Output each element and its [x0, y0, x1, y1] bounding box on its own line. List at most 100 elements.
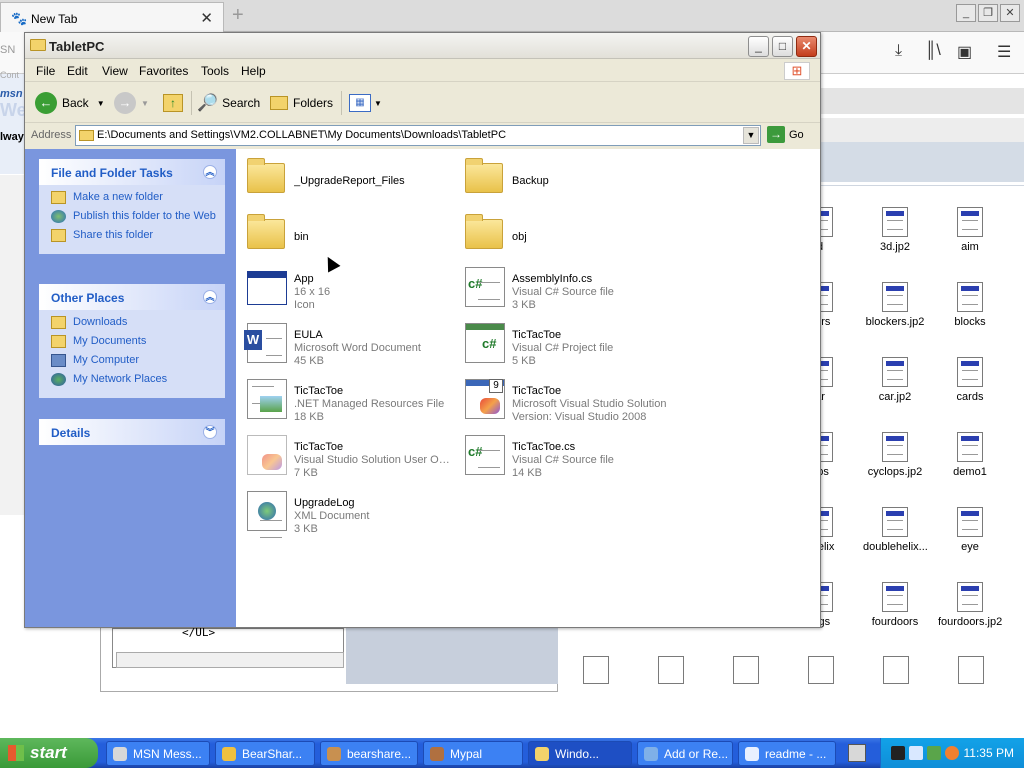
expand-chevron-icon[interactable]: ︾: [203, 425, 217, 439]
forward-button[interactable]: → ▼: [114, 90, 149, 116]
file-item-tictactoe-cs[interactable]: c# TicTacToe.cs Visual C# Source file 14…: [460, 435, 670, 487]
menu-help[interactable]: Help: [241, 64, 266, 78]
folders-button[interactable]: Folders: [270, 90, 333, 116]
file-item-eula[interactable]: W EULA Microsoft Word Document 45 KB: [242, 323, 452, 375]
search-icon: 🔎: [197, 93, 219, 112]
file-icon[interactable]: [883, 656, 909, 684]
background-file-item[interactable]: cyclops.jp2: [863, 428, 927, 488]
download-icon[interactable]: ⤓: [895, 42, 902, 60]
toolbar-separator: [191, 91, 192, 115]
background-file-item[interactable]: cards: [938, 353, 1002, 413]
maximize-button[interactable]: □: [772, 36, 793, 57]
place-my-documents[interactable]: My Documents: [51, 335, 225, 348]
file-icon[interactable]: [733, 656, 759, 684]
minimize-button[interactable]: _: [748, 36, 769, 57]
chevron-down-icon[interactable]: ▼: [97, 99, 105, 108]
place-network[interactable]: My Network Places: [51, 373, 225, 386]
file-icon[interactable]: [583, 656, 609, 684]
address-input[interactable]: E:\Documents and Settings\VM2.COLLABNET\…: [75, 125, 761, 146]
place-my-computer[interactable]: My Computer: [51, 354, 225, 367]
taskbar-button-bearshare-2[interactable]: bearshare...: [320, 741, 418, 766]
file-list: _UpgradeReport_Files Backup bin obj App …: [236, 149, 820, 627]
file-item-tictactoe-suo[interactable]: TicTacToe Visual Studio Solution User Op…: [242, 435, 452, 487]
background-file-item[interactable]: demo1: [938, 428, 1002, 488]
background-file-item[interactable]: fourdoors: [863, 578, 927, 638]
views-button[interactable]: ▦ ▼: [349, 90, 382, 116]
up-folder-button[interactable]: ↑: [163, 90, 183, 116]
file-icon[interactable]: [958, 656, 984, 684]
back-button[interactable]: ← Back ▼: [35, 90, 105, 116]
chevron-down-icon[interactable]: ▼: [141, 99, 149, 108]
menu-icon[interactable]: ☰: [997, 42, 1011, 62]
chevron-down-icon[interactable]: ▼: [374, 99, 382, 108]
file-item-app[interactable]: App 16 x 16 Icon: [242, 267, 452, 319]
panel-header[interactable]: Other Places ︽: [39, 284, 225, 310]
file-item-bin[interactable]: bin: [242, 211, 452, 263]
menu-favorites[interactable]: Favorites: [139, 64, 188, 78]
file-size: 45 KB: [294, 355, 324, 367]
taskbar-button-windows[interactable]: Windo...: [528, 741, 632, 766]
menu-file[interactable]: File: [36, 64, 55, 78]
close-button[interactable]: ✕: [796, 36, 817, 57]
bear-favicon-icon: 🐾: [11, 11, 28, 26]
background-file-item[interactable]: aim: [938, 203, 1002, 263]
browser-minimize-button[interactable]: _: [956, 4, 976, 22]
file-item-tictactoe-sln[interactable]: 9 TicTacToe Microsoft Visual Studio Solu…: [460, 379, 670, 431]
taskbar-button-readme[interactable]: readme - ...: [738, 741, 836, 766]
task-publish-web[interactable]: Publish this folder to the Web: [51, 210, 225, 223]
task-make-new-folder[interactable]: Make a new folder: [51, 191, 225, 204]
file-icon[interactable]: [808, 656, 834, 684]
file-item-tictactoe-csproj[interactable]: c# TicTacToe Visual C# Project file 5 KB: [460, 323, 670, 375]
menu-edit[interactable]: Edit: [67, 64, 88, 78]
menu-view[interactable]: View: [102, 64, 128, 78]
tray-app-icon[interactable]: [891, 746, 905, 760]
go-button[interactable]: → Go: [767, 126, 804, 143]
background-file-item[interactable]: car.jp2: [863, 353, 927, 413]
search-button[interactable]: 🔎 Search: [197, 90, 260, 116]
file-item-upgradelog[interactable]: UpgradeLog XML Document 3 KB: [242, 491, 452, 543]
background-file-item[interactable]: 3d.jp2: [863, 203, 927, 263]
file-icon[interactable]: [658, 656, 684, 684]
close-tab-icon[interactable]: ✕: [200, 9, 213, 27]
file-item-assemblyinfo-cs[interactable]: c# AssemblyInfo.cs Visual C# Source file…: [460, 267, 670, 319]
collapse-chevron-icon[interactable]: ︽: [203, 290, 217, 304]
background-file-item[interactable]: blocks: [938, 278, 1002, 338]
title-bar[interactable]: TabletPC _ □ ✕: [25, 33, 820, 59]
new-tab-button[interactable]: +: [232, 4, 244, 27]
taskbar-button-msn[interactable]: MSN Mess...: [106, 741, 210, 766]
chevron-down-icon[interactable]: ▼: [743, 127, 759, 144]
place-downloads[interactable]: Downloads: [51, 316, 225, 329]
collapse-chevron-icon[interactable]: ︽: [203, 165, 217, 179]
taskbar-button-bearshare[interactable]: BearShar...: [215, 741, 315, 766]
sidebar-icon[interactable]: ▣: [957, 42, 972, 62]
keyboard-icon[interactable]: [848, 744, 866, 762]
file-type: Visual Studio Solution User Op...: [294, 454, 452, 466]
browser-close-button[interactable]: ✕: [1000, 4, 1020, 22]
panel-header[interactable]: File and Folder Tasks ︽: [39, 159, 225, 185]
taskbar-button-add-remove[interactable]: Add or Re...: [637, 741, 733, 766]
tray-network-icon[interactable]: [909, 746, 923, 760]
file-icon: [882, 582, 908, 612]
browser-tab[interactable]: 🐾 New Tab ✕: [0, 2, 224, 32]
panel-header[interactable]: Details ︾: [39, 419, 225, 445]
background-file-item[interactable]: eye: [938, 503, 1002, 563]
library-icon[interactable]: ║\: [925, 42, 941, 60]
file-item-upgradereport-files[interactable]: _UpgradeReport_Files: [242, 155, 452, 207]
up-folder-icon: ↑: [163, 94, 183, 112]
taskbar-button-mypal[interactable]: Mypal: [423, 741, 523, 766]
task-share-folder[interactable]: Share this folder: [51, 229, 225, 242]
background-file-item[interactable]: fourdoors.jp2: [938, 578, 1002, 638]
background-file-item[interactable]: blockers.jp2: [863, 278, 927, 338]
tray-search-icon[interactable]: [945, 746, 959, 760]
file-item-obj[interactable]: obj: [460, 211, 670, 263]
file-icon: [957, 507, 983, 537]
browser-restore-button[interactable]: ❐: [978, 4, 998, 22]
file-item-tictactoe-resx[interactable]: TicTacToe .NET Managed Resources File 18…: [242, 379, 452, 431]
menu-tools[interactable]: Tools: [201, 64, 229, 78]
tray-shield-icon[interactable]: [927, 746, 941, 760]
background-scrollbar[interactable]: [116, 652, 344, 668]
start-button[interactable]: start: [0, 738, 98, 768]
file-item-backup[interactable]: Backup: [460, 155, 670, 207]
file-name: bin: [294, 231, 309, 243]
background-file-item[interactable]: doublehelix...: [863, 503, 927, 563]
